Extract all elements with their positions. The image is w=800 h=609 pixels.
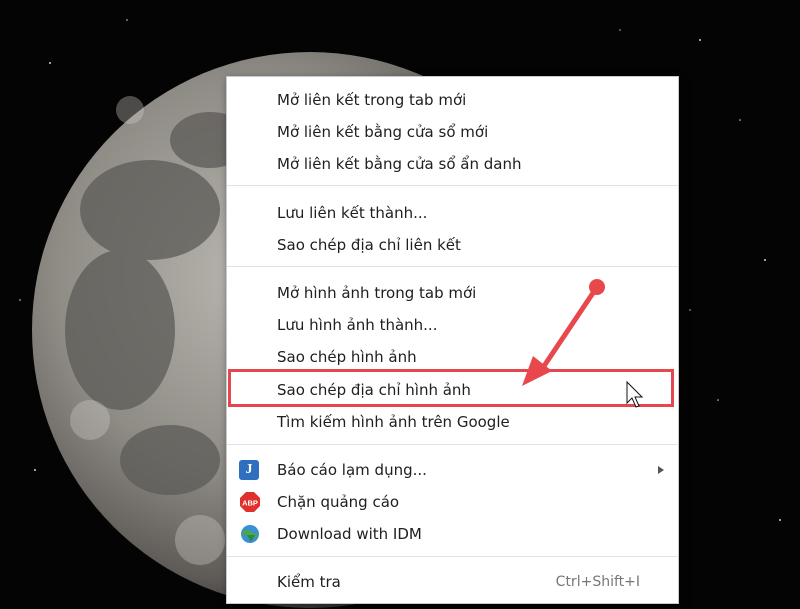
menu-item-search-image-google[interactable]: Tìm kiếm hình ảnh trên Google: [227, 407, 678, 437]
menu-separator: [227, 556, 678, 557]
menu-item-label: Lưu hình ảnh thành...: [277, 316, 438, 334]
svg-text:ABP: ABP: [242, 499, 258, 508]
menu-item-open-image-new-tab[interactable]: Mở hình ảnh trong tab mới: [227, 278, 678, 308]
menu-item-save-link-as[interactable]: Lưu liên kết thành...: [227, 198, 678, 228]
menu-item-label: Tìm kiếm hình ảnh trên Google: [277, 413, 510, 431]
menu-item-copy-image-address[interactable]: Sao chép địa chỉ hình ảnh: [227, 375, 678, 405]
menu-item-label: Sao chép địa chỉ liên kết: [277, 236, 461, 254]
report-abuse-icon: J: [239, 460, 259, 480]
menu-item-inspect[interactable]: Kiểm tra Ctrl+Shift+I: [227, 567, 678, 597]
idm-globe-icon: [239, 523, 261, 545]
submenu-arrow-icon: [658, 466, 664, 474]
menu-item-label: Lưu liên kết thành...: [277, 204, 428, 222]
menu-item-label: Mở liên kết trong tab mới: [277, 91, 467, 109]
menu-item-save-image-as[interactable]: Lưu hình ảnh thành...: [227, 310, 678, 340]
menu-item-label: Mở liên kết bằng cửa sổ ẩn danh: [277, 155, 522, 173]
menu-item-label: Download with IDM: [277, 525, 422, 543]
menu-item-adblock[interactable]: ABP Chặn quảng cáo: [227, 487, 678, 517]
menu-item-open-link-new-window[interactable]: Mở liên kết bằng cửa sổ mới: [227, 117, 678, 147]
menu-separator: [227, 444, 678, 445]
menu-item-label: Mở liên kết bằng cửa sổ mới: [277, 123, 489, 141]
menu-item-label: Kiểm tra: [277, 573, 341, 591]
menu-item-label: Chặn quảng cáo: [277, 493, 400, 511]
menu-item-label: Sao chép địa chỉ hình ảnh: [277, 381, 471, 399]
menu-item-open-link-incognito[interactable]: Mở liên kết bằng cửa sổ ẩn danh: [227, 149, 678, 179]
menu-item-copy-image[interactable]: Sao chép hình ảnh: [227, 342, 678, 372]
menu-item-shortcut: Ctrl+Shift+I: [555, 574, 640, 590]
menu-item-report-abuse[interactable]: J Báo cáo lạm dụng...: [227, 455, 678, 485]
menu-item-download-idm[interactable]: Download with IDM: [227, 519, 678, 549]
context-menu: Mở liên kết trong tab mới Mở liên kết bằ…: [226, 76, 679, 604]
menu-item-label: Mở hình ảnh trong tab mới: [277, 284, 477, 302]
menu-item-open-link-new-tab[interactable]: Mở liên kết trong tab mới: [227, 85, 678, 115]
adblock-plus-icon: ABP: [239, 491, 261, 513]
menu-item-copy-link-address[interactable]: Sao chép địa chỉ liên kết: [227, 230, 678, 260]
menu-item-label: Báo cáo lạm dụng...: [277, 461, 427, 479]
menu-item-label: Sao chép hình ảnh: [277, 348, 417, 366]
menu-separator: [227, 266, 678, 267]
menu-separator: [227, 185, 678, 186]
